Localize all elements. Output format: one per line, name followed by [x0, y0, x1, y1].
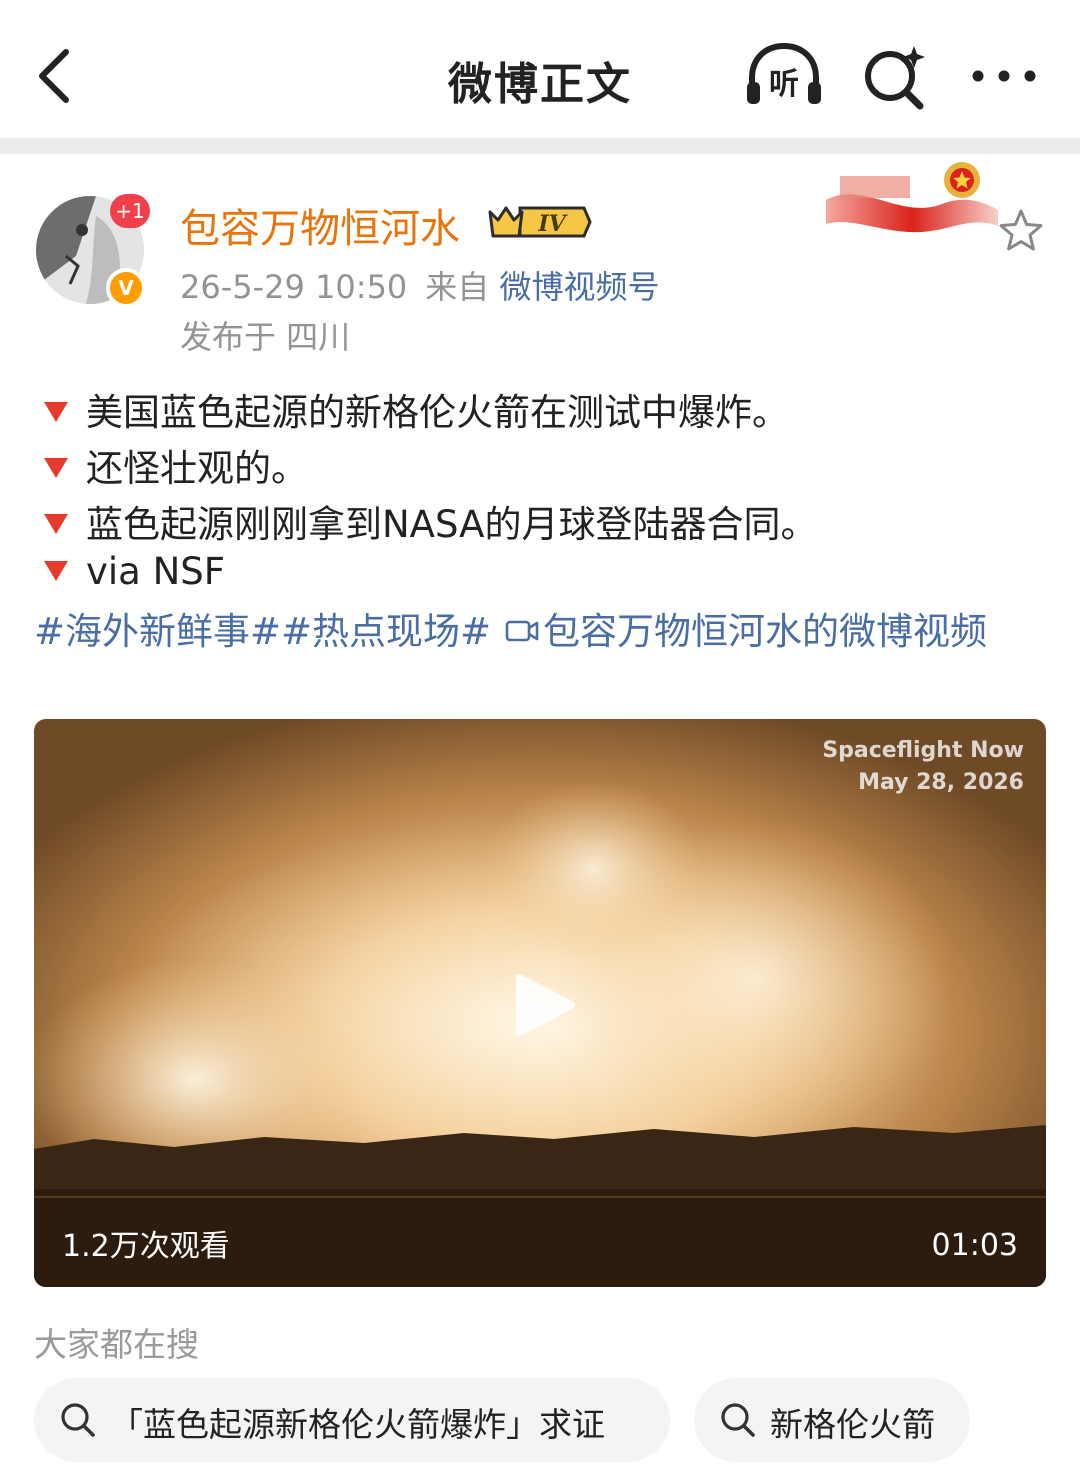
search-icon	[61, 1403, 95, 1437]
level-label: IV	[537, 211, 567, 237]
post-text-line: 蓝色起源刚刚拿到NASA的月球登陆器合同。	[44, 494, 817, 548]
headphones-icon: 听	[747, 42, 821, 104]
top-navigation-bar: 微博正文 听	[0, 0, 1080, 138]
video-duration: 01:03	[931, 1228, 1018, 1263]
post-text-line: 还怪壮观的。	[44, 438, 308, 492]
more-dots-icon	[972, 70, 1036, 82]
post-tags: #海外新鲜事##热点现场# 包容万物恒河水的微博视频	[34, 604, 1054, 660]
video-view-count: 1.2万次观看	[62, 1229, 230, 1264]
search-icon	[721, 1403, 755, 1437]
verified-badge: V	[106, 268, 146, 308]
post-text: via NSF	[86, 550, 226, 593]
watermark-date: May 28, 2026	[858, 770, 1024, 795]
watermark-source: Spaceflight Now	[822, 738, 1024, 763]
red-triangle-icon	[44, 401, 68, 422]
video-player[interactable]: Spaceflight Now May 28, 2026 1.2万次观看 01:…	[34, 719, 1046, 1287]
play-button[interactable]	[512, 969, 578, 1041]
play-icon	[516, 974, 575, 1036]
search-sparkle-icon	[865, 46, 925, 110]
red-triangle-icon	[44, 457, 68, 478]
trending-search-chip[interactable]: 「蓝色起源新格伦火箭爆炸」求证	[34, 1378, 670, 1462]
hashtag-link[interactable]: #海外新鲜事##热点现场#	[34, 610, 491, 653]
favorite-button[interactable]	[996, 206, 1046, 256]
author-name[interactable]: 包容万物恒河水	[180, 196, 460, 254]
post-location: 发布于 四川	[180, 318, 351, 356]
listen-button[interactable]: 听	[744, 42, 824, 108]
search-button[interactable]	[862, 44, 928, 110]
post-text: 还怪壮观的。	[86, 447, 308, 490]
more-options-button[interactable]	[968, 56, 1040, 96]
trending-search-text: 「蓝色起源新格伦火箭爆炸」求证	[110, 1405, 605, 1444]
flag-decoration	[822, 160, 1002, 236]
trending-searches-heading: 大家都在搜	[34, 1325, 199, 1364]
red-triangle-icon	[44, 560, 68, 581]
national-emblem-flag-icon	[826, 162, 998, 233]
listen-label: 听	[769, 67, 799, 102]
post-source-link[interactable]: 微博视频号	[499, 268, 659, 306]
header-divider	[0, 138, 1080, 154]
member-level-badge[interactable]: IV	[486, 202, 592, 242]
red-triangle-icon	[44, 513, 68, 534]
trending-search-text: 新格伦火箭	[770, 1405, 935, 1444]
post-timestamp: 26-5-29 10:50	[180, 268, 408, 306]
new-follower-badge: +1	[110, 194, 150, 228]
post-text: 美国蓝色起源的新格伦火箭在测试中爆炸。	[86, 391, 789, 434]
post-text-line: via NSF	[44, 550, 225, 593]
trending-search-chip[interactable]: 新格伦火箭	[694, 1378, 970, 1462]
video-link[interactable]: 包容万物恒河水的微博视频	[543, 610, 987, 653]
post-text-line: 美国蓝色起源的新格伦火箭在测试中爆炸。	[44, 382, 789, 436]
video-camera-icon	[505, 620, 539, 641]
star-outline-icon	[999, 209, 1043, 251]
from-label: 来自	[425, 268, 490, 306]
post-text: 蓝色起源刚刚拿到NASA的月球登陆器合同。	[86, 503, 818, 546]
post-meta: 26-5-29 10:50 来自 微博视频号	[180, 262, 659, 308]
video-watermark: Spaceflight Now May 28, 2026	[822, 735, 1024, 799]
crown-level-icon: IV	[488, 206, 592, 238]
